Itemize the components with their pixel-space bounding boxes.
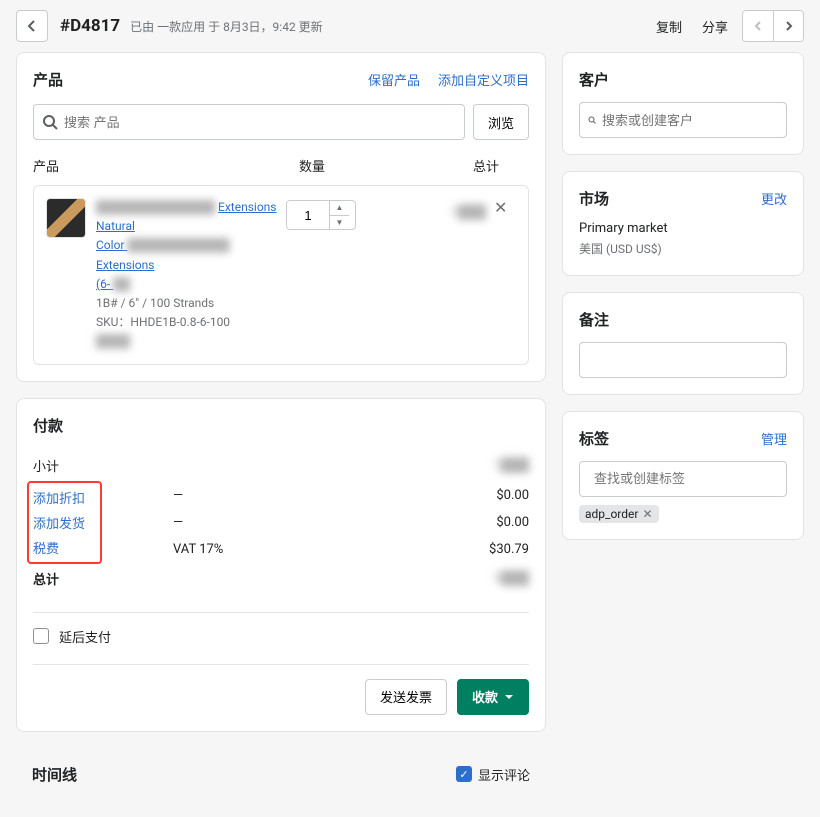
qty-input[interactable] [287,201,329,229]
product-variant: 1B# / 6" / 100 Strands [96,296,214,310]
order-id: #D4817 [60,16,120,36]
search-icon [588,113,596,127]
next-button[interactable] [773,11,803,41]
tag-chip[interactable]: adp_order ✕ [579,505,659,523]
show-comments-label: 显示评论 [478,765,530,784]
notes-card: 备注 [562,292,804,395]
send-invoice-button[interactable]: 发送发票 [365,679,447,715]
market-currency: 美国 (USD US$) [579,240,787,259]
remove-line-button[interactable]: ✕ [494,198,507,217]
product-search-input[interactable] [64,115,456,130]
tag-chip-label: adp_order [585,507,638,521]
tags-search-input[interactable] [594,471,778,486]
customer-search[interactable] [579,102,787,138]
product-thumbnail[interactable] [46,198,86,238]
subtotal-value: $███ [449,457,529,473]
back-button[interactable] [16,10,48,42]
market-card: 市场 更改 Primary market 美国 (USD US$) [562,171,804,276]
products-card: 产品 保留产品 添加自定义项目 浏览 产品 数量 总计 [16,52,546,382]
order-subtitle: 已由 一款应用 于 8月3日，9:42 更新 [130,18,323,35]
search-icon [42,114,58,130]
shipping-value: $0.00 [449,515,529,530]
product-hidden: ████ [96,334,130,348]
tag-remove-icon[interactable]: ✕ [642,507,652,521]
reserve-products-link[interactable]: 保留产品 [368,70,420,89]
qty-down[interactable]: ▼ [330,215,349,230]
discount-mid: — [173,488,449,503]
market-change-link[interactable]: 更改 [761,189,787,208]
total-label: 总计 [33,569,173,588]
caret-down-icon [504,692,514,702]
tags-title: 标签 [579,428,609,449]
prev-button[interactable] [743,11,773,41]
add-custom-item-link[interactable]: 添加自定义项目 [438,70,529,89]
shipping-mid: — [173,515,449,530]
collect-payment-button[interactable]: 收款 [457,679,529,715]
tax-link[interactable]: 税费 [33,538,59,557]
product-name-link-2[interactable]: Color ████████████ Extensions [96,238,230,271]
chevron-left-icon [752,20,764,32]
browse-button[interactable]: 浏览 [473,104,529,140]
customer-title: 客户 [579,71,609,89]
notes-input[interactable] [594,352,778,367]
tax-value: $30.79 [449,542,529,557]
qty-up[interactable]: ▲ [330,201,349,215]
col-product: 产品 [33,156,299,175]
timeline-title: 时间线 [32,764,77,785]
notes-input-wrap[interactable] [579,342,787,378]
product-name-link-3[interactable]: (6- ██ [96,277,130,291]
discount-value: $0.00 [449,488,529,503]
tags-manage-link[interactable]: 管理 [761,429,787,448]
col-total: 总计 [409,156,499,175]
product-sku: SKU：HHDE1B-0.8-6-100 [96,315,230,329]
subtotal-label: 小计 [33,456,173,475]
arrow-left-icon [24,18,40,34]
customer-card: 客户 [562,52,804,155]
tags-search[interactable] [579,461,787,497]
notes-title: 备注 [579,311,609,329]
timeline-section: 时间线 ✓ 显示评论 [16,748,546,801]
payment-card: 付款 小计 $███ 添加折扣 添加发货 税费 [16,398,546,732]
add-discount-link[interactable]: 添加折扣 [33,488,85,507]
share-button[interactable]: 分享 [696,13,734,40]
tax-mid: VAT 17% [173,542,449,557]
show-comments-checkbox[interactable]: ✓ [456,766,472,782]
product-search[interactable] [33,104,465,140]
total-value: $███ [449,570,529,586]
col-qty: 数量 [299,156,409,175]
products-title: 产品 [33,69,63,90]
line-total: $███ [396,204,486,352]
payment-title: 付款 [33,415,63,436]
market-title: 市场 [579,188,609,209]
add-shipping-link[interactable]: 添加发货 [33,513,85,532]
product-line: ██████████████ Extensions Natural Color … [33,185,529,365]
defer-checkbox[interactable] [33,628,49,644]
chevron-right-icon [783,20,795,32]
copy-button[interactable]: 复制 [650,13,688,40]
market-name: Primary market [579,219,787,240]
defer-label: 延后支付 [59,627,111,646]
customer-search-input[interactable] [602,113,778,128]
tags-card: 标签 管理 adp_order ✕ [562,411,804,540]
